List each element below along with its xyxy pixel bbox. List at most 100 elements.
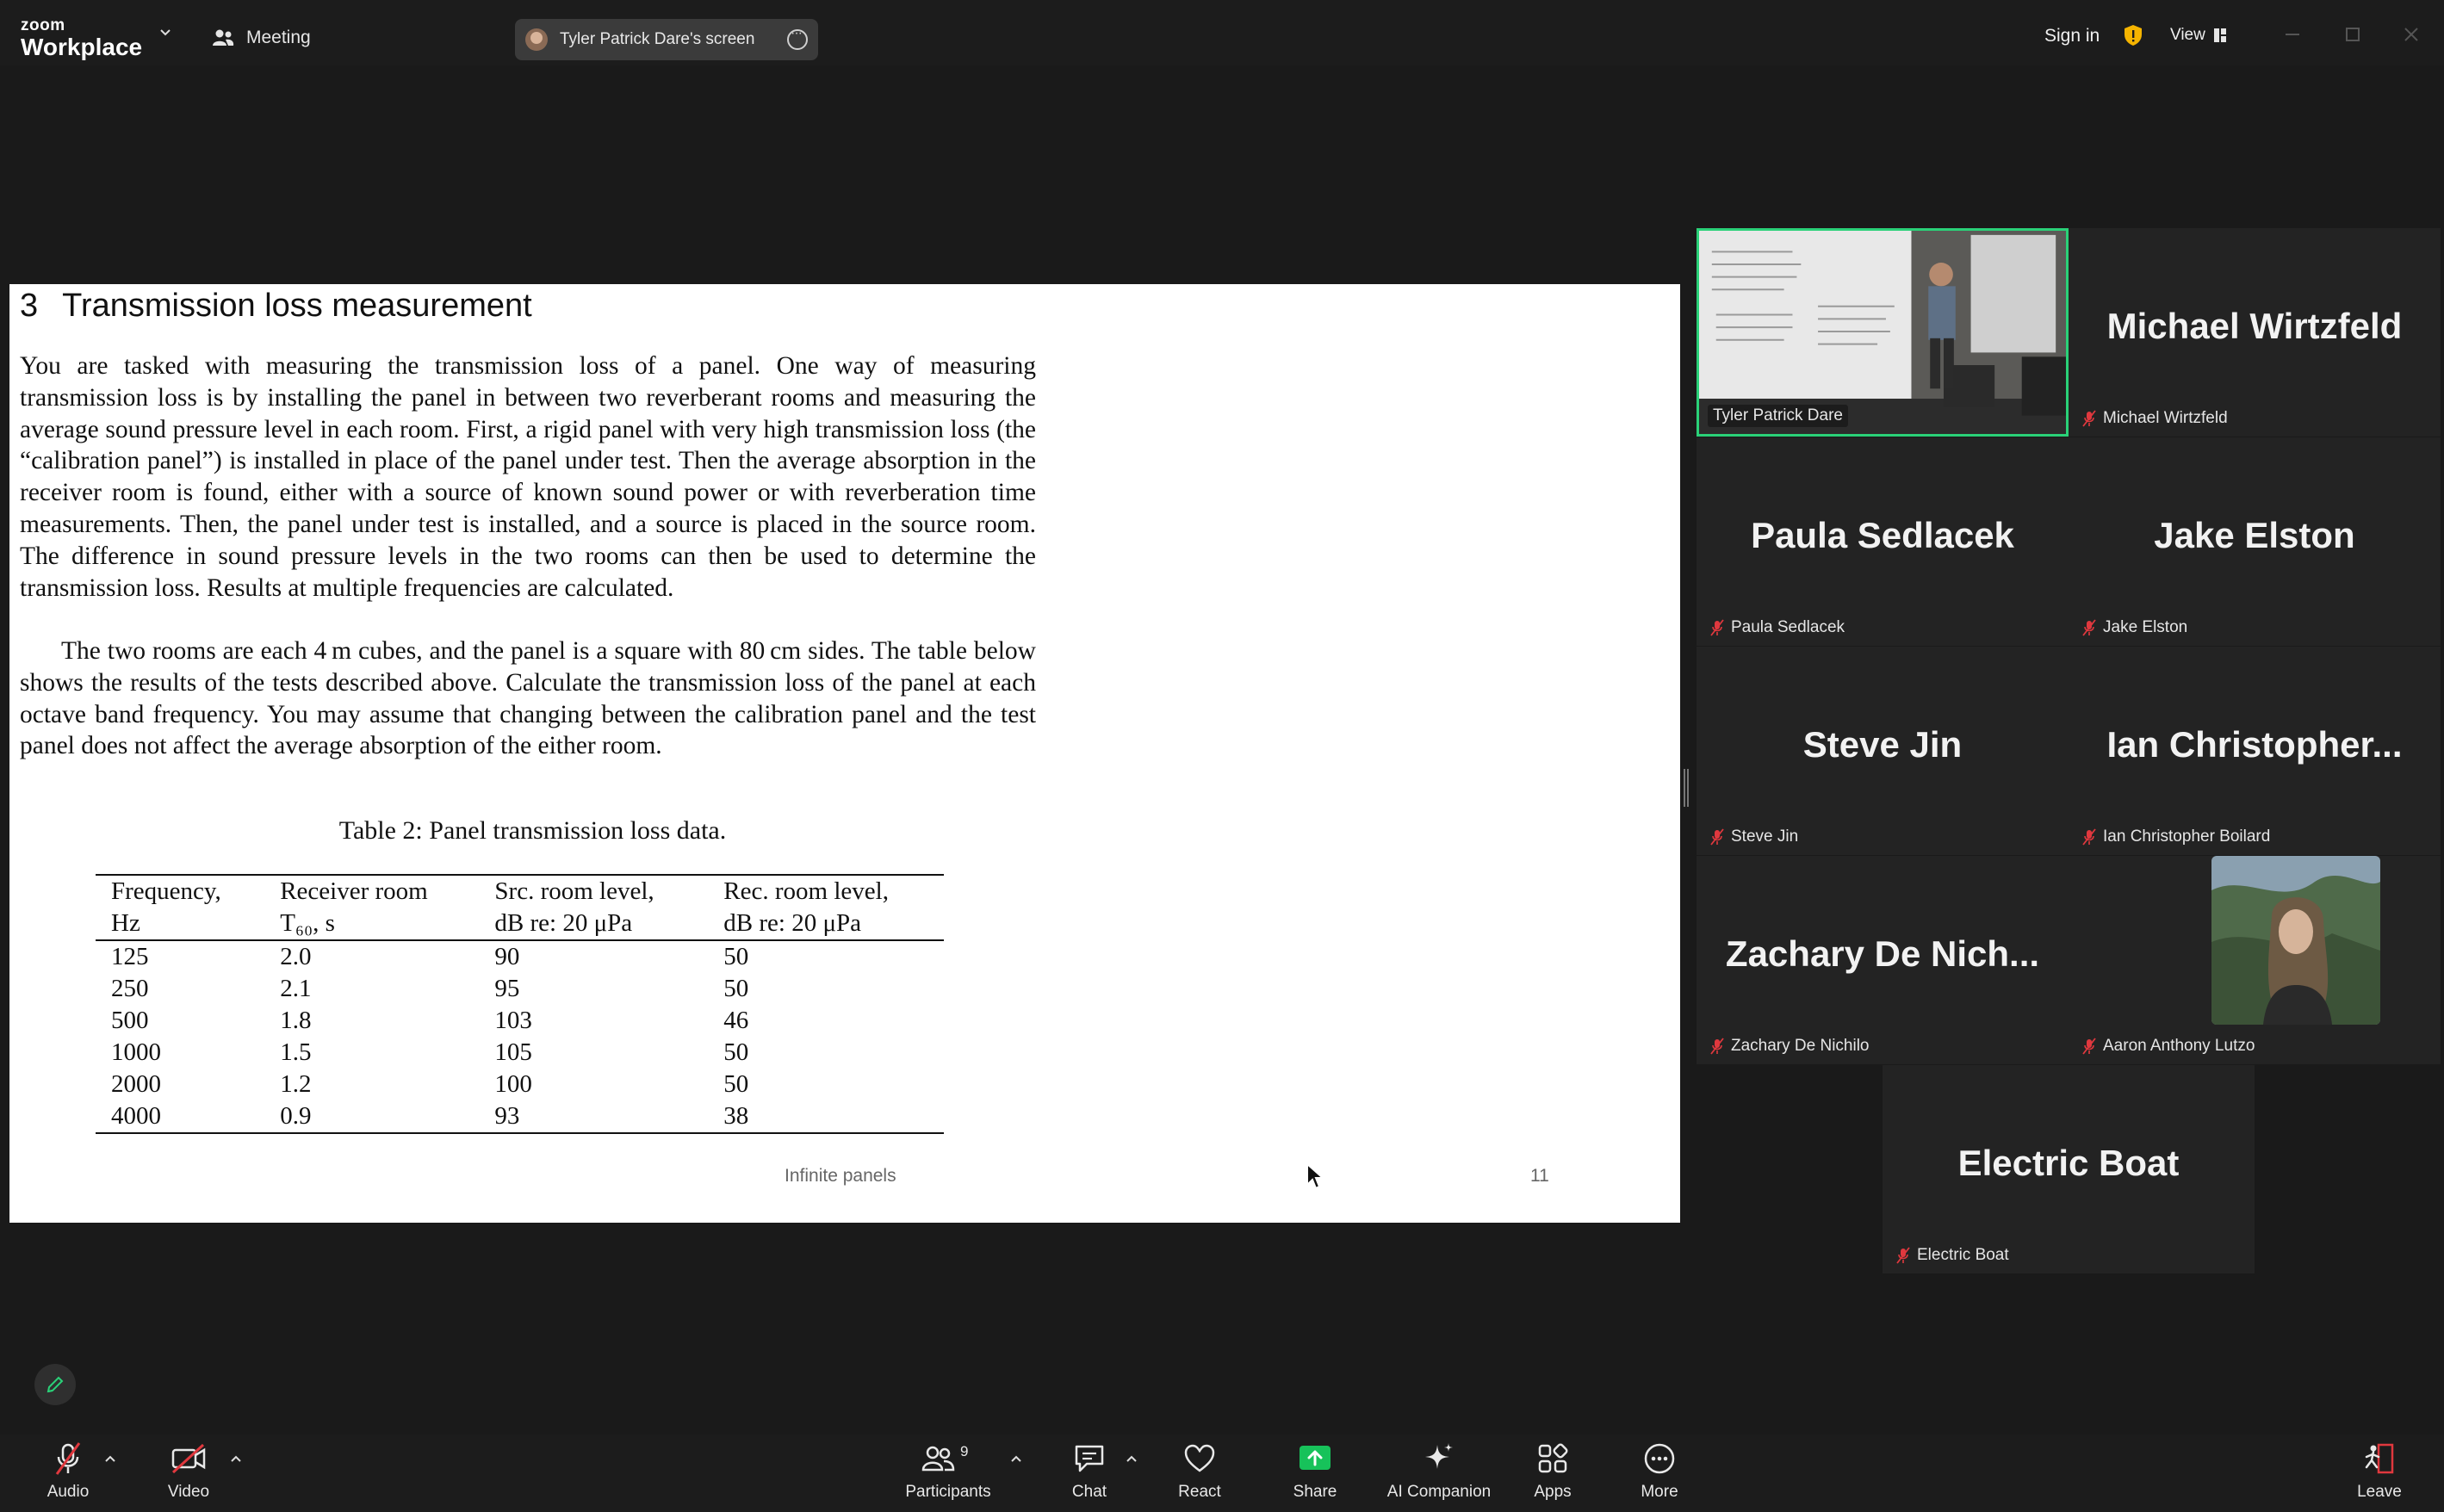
react-label: React <box>1178 1483 1221 1501</box>
section-number: 3 <box>20 288 39 324</box>
table-caption: Table 2: Panel transmission loss data. <box>338 816 727 845</box>
share-pill-label: Tyler Patrick Dare's screen <box>560 30 755 48</box>
participant-label: Tyler Patrick Dare <box>1708 405 1848 427</box>
participant-name: Ian Christopher Boilard <box>2103 827 2271 846</box>
heart-icon <box>1184 1444 1215 1472</box>
chat-button[interactable]: Chat <box>1042 1440 1137 1502</box>
grid-view-icon <box>2213 28 2226 42</box>
meeting-info-button[interactable]: Meeting <box>212 22 311 53</box>
title-bar: zoom Workplace Meeting Tyler Patrick Dar… <box>0 0 2444 65</box>
annotate-button[interactable] <box>34 1364 76 1405</box>
video-tile-ian[interactable]: Ian Christopher... Ian Christopher Boila… <box>2069 647 2441 855</box>
video-options-chevron-icon[interactable] <box>229 1453 243 1464</box>
chat-icon <box>1075 1445 1104 1472</box>
chevron-down-icon[interactable] <box>158 26 172 40</box>
participant-name: Aaron Anthony Lutzo <box>2103 1037 2255 1055</box>
chat-label: Chat <box>1071 1483 1107 1501</box>
video-button[interactable]: Video <box>141 1440 236 1502</box>
leave-label: Leave <box>2357 1483 2402 1501</box>
table-cell: 46 <box>723 1007 749 1034</box>
table-header-line: Src. room level, <box>494 877 654 905</box>
table-cell: 50 <box>723 1038 749 1066</box>
muted-mic-icon <box>2082 410 2096 427</box>
share-screen-icon <box>1300 1446 1331 1470</box>
participant-label: Zachary De Nichilo <box>1705 1035 1875 1057</box>
participant-name: Paula Sedlacek <box>1731 618 1845 636</box>
participants-options-chevron-icon[interactable] <box>1009 1453 1023 1464</box>
video-tile-steve[interactable]: Steve Jin Steve Jin <box>1697 647 2069 855</box>
video-tile-tyler[interactable]: Tyler Patrick Dare <box>1697 228 2069 437</box>
table-cell: 1000 <box>111 1038 161 1066</box>
muted-mic-icon <box>1896 1247 1910 1264</box>
brand-big: Workplace <box>21 34 143 60</box>
muted-mic-icon <box>2082 619 2096 636</box>
security-shield-icon[interactable] <box>2124 24 2143 46</box>
paragraph-1: You are tasked with measuring the transm… <box>20 352 1036 602</box>
table-header-line: Receiver room <box>280 877 428 905</box>
table-body: 125 2.0 90 50 250 2.1 95 50 500 1.8 103 46 1000 1.5 10… <box>96 940 944 1133</box>
maximize-icon[interactable] <box>2341 22 2365 46</box>
sign-in-link[interactable]: Sign in <box>2044 26 2100 46</box>
participant-display-name: Zachary De Nich... <box>1725 933 2040 974</box>
table-cell: 93 <box>494 1102 520 1130</box>
more-options-icon[interactable] <box>787 26 808 50</box>
apps-icon <box>1538 1443 1568 1473</box>
muted-mic-icon <box>2082 1038 2096 1055</box>
table-header-cell: Src. room level, dB re: 20 μPa <box>479 875 708 940</box>
table-cell: 90 <box>494 943 520 970</box>
participant-display-name: Electric Boat <box>1957 1143 2180 1183</box>
shared-screen-content: 3 Transmission loss measurement You are t… <box>9 284 1680 1223</box>
video-label: Video <box>167 1483 210 1501</box>
participant-name: Jake Elston <box>2103 618 2188 636</box>
participants-icon <box>921 1446 955 1472</box>
panel-resize-handle[interactable] <box>1684 769 1689 807</box>
minimize-icon[interactable] <box>2280 22 2304 46</box>
screen-share-pill[interactable]: Tyler Patrick Dare's screen <box>515 19 818 60</box>
share-button[interactable]: Share <box>1268 1440 1362 1502</box>
apps-button[interactable]: Apps <box>1505 1440 1600 1502</box>
table-cell: 1.8 <box>280 1007 312 1034</box>
tyler-video-feed <box>1699 231 2066 434</box>
table-cell: 125 <box>111 943 149 970</box>
audio-button[interactable]: Audio <box>21 1440 115 1502</box>
video-tile-electric-boat[interactable]: Electric Boat Electric Boat <box>1883 1065 2255 1273</box>
video-tile-paula[interactable]: Paula Sedlacek Paula Sedlacek <box>1697 437 2069 646</box>
participant-name: Michael Wirtzfeld <box>2103 409 2228 427</box>
close-icon[interactable] <box>2399 22 2423 46</box>
table-header-line: Hz <box>111 909 140 937</box>
participants-label: Participants <box>905 1483 991 1501</box>
mouse-cursor-icon <box>1306 1162 1324 1190</box>
participant-name: Tyler Patrick Dare <box>1713 406 1843 424</box>
more-button[interactable]: More <box>1612 1440 1707 1502</box>
presenter-avatar <box>525 28 548 51</box>
participant-name: Zachary De Nichilo <box>1731 1037 1870 1055</box>
video-tile-zachary[interactable]: Zachary De Nich... Zachary De Nichilo <box>1697 856 2069 1064</box>
muted-mic-icon <box>1710 619 1724 636</box>
participant-label: Steve Jin <box>1705 826 1803 848</box>
participants-button[interactable]: 9 Participants <box>901 1440 996 1502</box>
participant-display-name: Paula Sedlacek <box>1751 515 2014 555</box>
meeting-label: Meeting <box>246 28 311 47</box>
video-tile-aaron[interactable]: Aaron Anthony Lutzo <box>2069 856 2441 1064</box>
react-button[interactable]: React <box>1152 1440 1247 1502</box>
paragraph-2: The two rooms are each 4 m cubes, and th… <box>20 637 1036 760</box>
participant-label: Michael Wirtzfeld <box>2077 407 2233 430</box>
video-tile-michael[interactable]: Michael Wirtzfeld Michael Wirtzfeld <box>2069 228 2441 437</box>
table-cell: 38 <box>723 1102 749 1130</box>
table-row: 2000 1.2 100 50 <box>96 1069 944 1100</box>
table-cell: 250 <box>111 975 149 1002</box>
ai-companion-button[interactable]: AI Companion <box>1387 1440 1491 1502</box>
leave-icon <box>2365 1443 2394 1474</box>
audio-options-chevron-icon[interactable] <box>103 1453 117 1464</box>
table-header-line: Frequency, <box>111 877 221 905</box>
chat-options-chevron-icon[interactable] <box>1125 1453 1138 1464</box>
table-cell: 95 <box>494 975 520 1002</box>
leave-button[interactable]: Leave <box>2332 1440 2427 1502</box>
view-button[interactable]: View <box>2170 26 2226 45</box>
participant-label: Aaron Anthony Lutzo <box>2077 1035 2260 1057</box>
participant-label: Jake Elston <box>2077 617 2193 639</box>
table-cell: 50 <box>723 1070 749 1098</box>
video-tile-jake[interactable]: Jake Elston Jake Elston <box>2069 437 2441 646</box>
muted-mic-icon <box>1710 828 1724 846</box>
participant-display-name: Michael Wirtzfeld <box>2106 306 2403 346</box>
